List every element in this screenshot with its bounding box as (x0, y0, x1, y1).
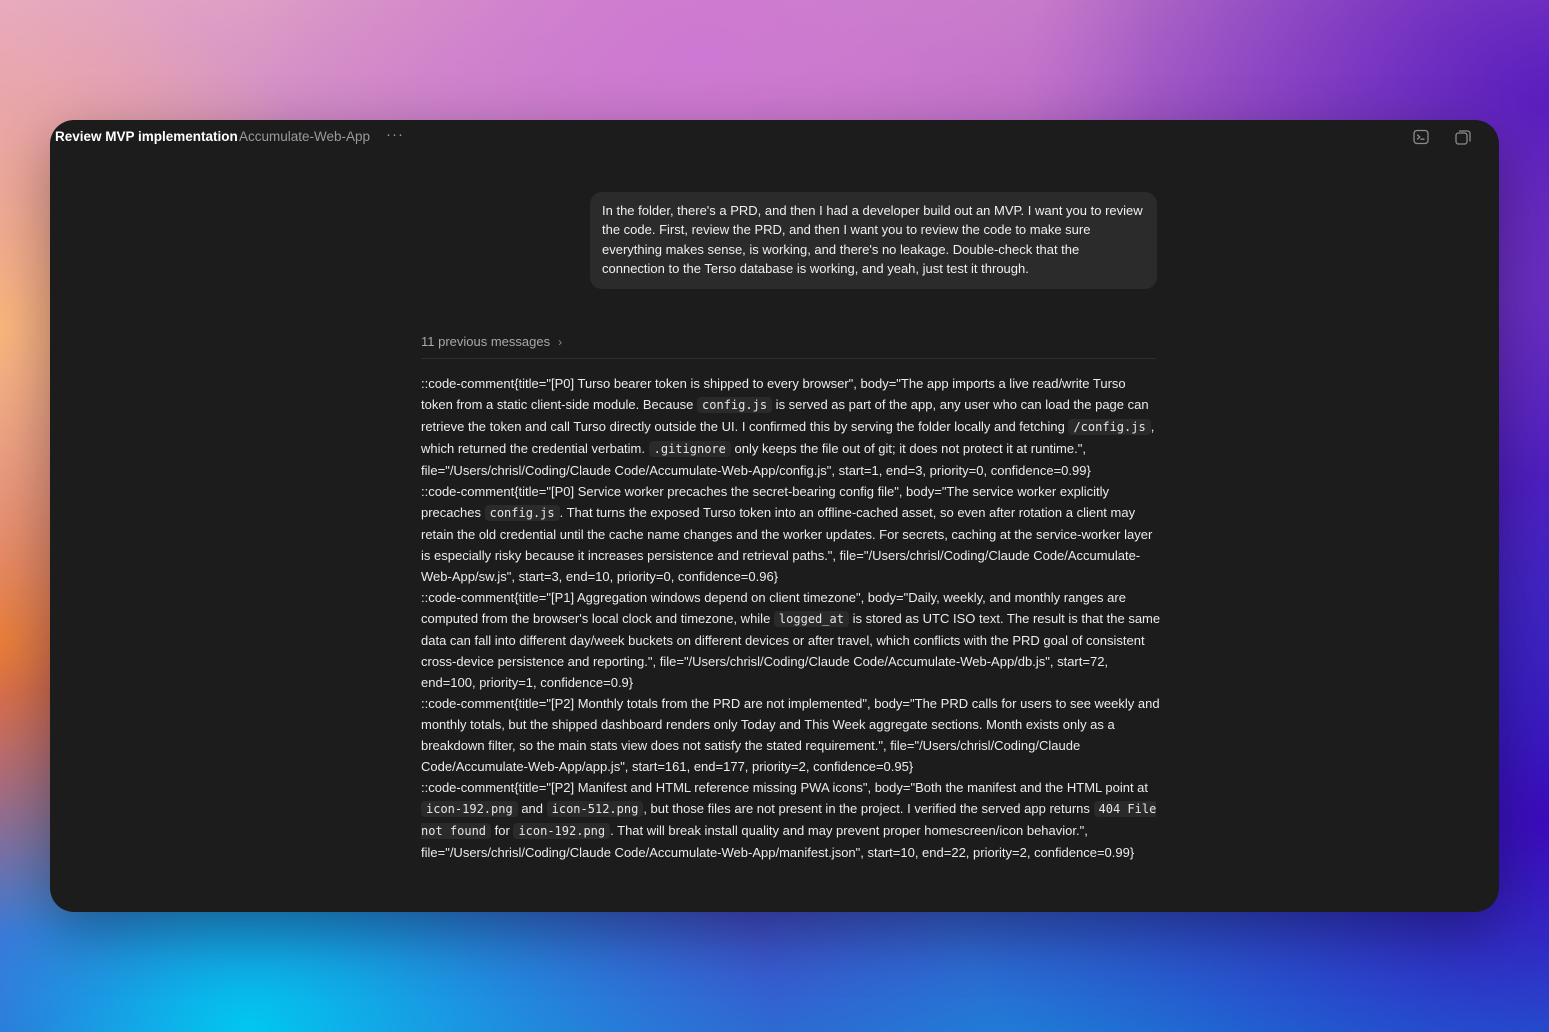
code-comment-5: ::code-comment{title="[P2] Manifest and … (421, 777, 1161, 863)
comment-text: for (491, 823, 514, 838)
user-message-bubble: In the folder, there's a PRD, and then I… (590, 192, 1157, 289)
comment-text: and (517, 801, 547, 816)
app-window: Review MVP implementation Accumulate-Web… (50, 120, 1499, 912)
inline-code: config.js (697, 397, 773, 413)
windows-icon[interactable] (1454, 128, 1472, 146)
previous-messages-toggle[interactable]: 11 previous messages › (421, 334, 1156, 359)
inline-code: icon-192.png (421, 801, 518, 817)
inline-code: config.js (484, 505, 560, 521)
inline-code: icon-512.png (546, 801, 644, 817)
code-comment-3: ::code-comment{title="[P1] Aggregation w… (421, 587, 1161, 693)
assistant-response: ::code-comment{title="[P0] Turso bearer … (421, 373, 1161, 863)
comment-text: , but those files are not present in the… (643, 801, 1094, 816)
conversation-title: Review MVP implementation (55, 129, 238, 144)
title-bar: Review MVP implementation Accumulate-Web… (50, 120, 1499, 154)
inline-code: logged_at (773, 611, 849, 627)
more-options-button[interactable]: ··· (386, 126, 404, 143)
chevron-right-icon: › (558, 335, 563, 349)
inline-code: /config.js (1068, 419, 1151, 435)
terminal-icon[interactable] (1412, 128, 1430, 146)
comment-text: ::code-comment{title="[P2] Manifest and … (421, 780, 1149, 795)
project-name[interactable]: Accumulate-Web-App (239, 129, 370, 144)
comment-text: ::code-comment{title="[P2] Monthly total… (421, 696, 1160, 774)
previous-messages-label: 11 previous messages (421, 334, 551, 349)
code-comment-2: ::code-comment{title="[P0] Service worke… (421, 481, 1161, 587)
code-comment-4: ::code-comment{title="[P2] Monthly total… (421, 693, 1161, 777)
inline-code: .gitignore (648, 441, 731, 457)
code-comment-1: ::code-comment{title="[P0] Turso bearer … (421, 373, 1161, 481)
inline-code: icon-192.png (513, 823, 611, 839)
